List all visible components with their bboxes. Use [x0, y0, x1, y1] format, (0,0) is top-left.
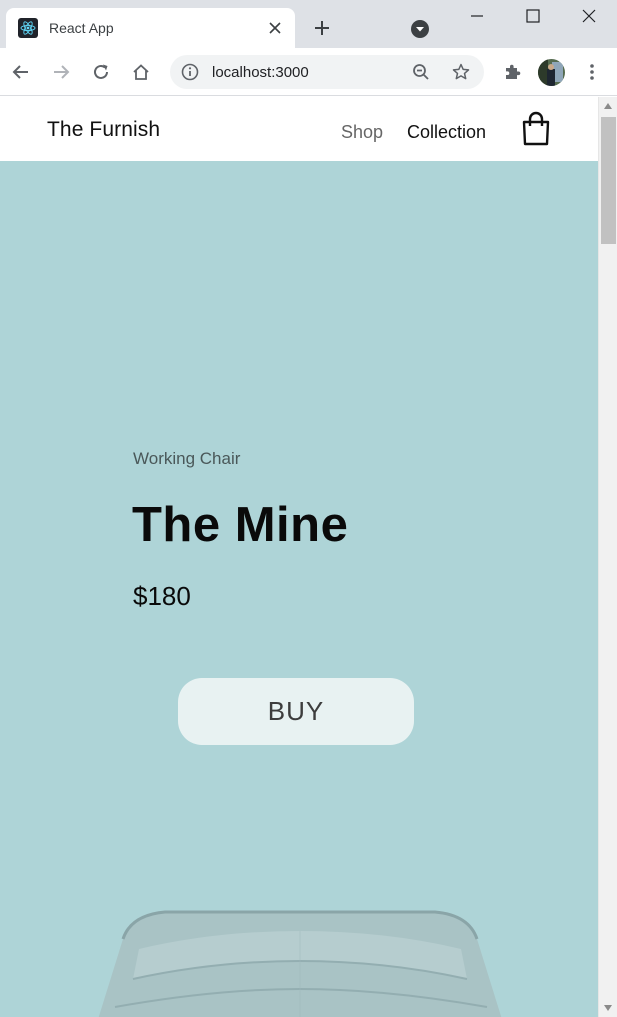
product-title: The Mine [132, 498, 349, 552]
kebab-menu-icon[interactable] [578, 58, 606, 86]
nav-link-collection[interactable]: Collection [407, 122, 486, 143]
profile-avatar[interactable] [538, 59, 565, 86]
window-close-icon[interactable] [561, 0, 617, 32]
scroll-down-arrow-icon[interactable] [599, 999, 617, 1017]
browser-tabstrip: React App [0, 0, 617, 48]
nav-link-shop[interactable]: Shop [341, 122, 383, 143]
url-text[interactable]: localhost:3000 [212, 64, 309, 81]
buy-button[interactable]: BUY [178, 678, 414, 745]
product-price: $180 [133, 581, 191, 611]
shopping-bag-icon[interactable] [520, 111, 552, 147]
minimize-icon[interactable] [449, 0, 505, 32]
chair-image [95, 909, 505, 1017]
home-icon[interactable] [127, 58, 155, 86]
address-bar[interactable]: localhost:3000 [170, 55, 484, 89]
chevron-down-circle-icon[interactable] [409, 18, 431, 40]
info-icon[interactable] [180, 62, 200, 82]
hero-section: Working Chair The Mine $180 BUY [0, 161, 598, 1017]
product-category: Working Chair [133, 449, 241, 468]
close-icon[interactable] [265, 18, 285, 38]
page-viewport: The Furnish Shop Collection Working Chai… [0, 97, 598, 1017]
zoom-out-icon[interactable] [410, 61, 432, 83]
reload-icon[interactable] [87, 58, 115, 86]
puzzle-icon[interactable] [498, 58, 526, 86]
browser-tab[interactable]: React App [6, 8, 295, 48]
browser-toolbar: localhost:3000 [0, 48, 617, 96]
forward-arrow-icon[interactable] [47, 58, 75, 86]
plus-icon[interactable] [308, 14, 336, 42]
scrollbar-thumb[interactable] [601, 117, 616, 244]
maximize-icon[interactable] [505, 0, 561, 32]
brand-logo[interactable]: The Furnish [47, 118, 160, 142]
scroll-up-arrow-icon[interactable] [599, 97, 617, 115]
tab-title: React App [49, 20, 114, 36]
react-logo-icon [18, 18, 38, 38]
site-header: The Furnish Shop Collection [0, 97, 598, 161]
star-icon[interactable] [450, 61, 472, 83]
back-arrow-icon[interactable] [7, 58, 35, 86]
page-scrollbar[interactable] [598, 97, 617, 1017]
